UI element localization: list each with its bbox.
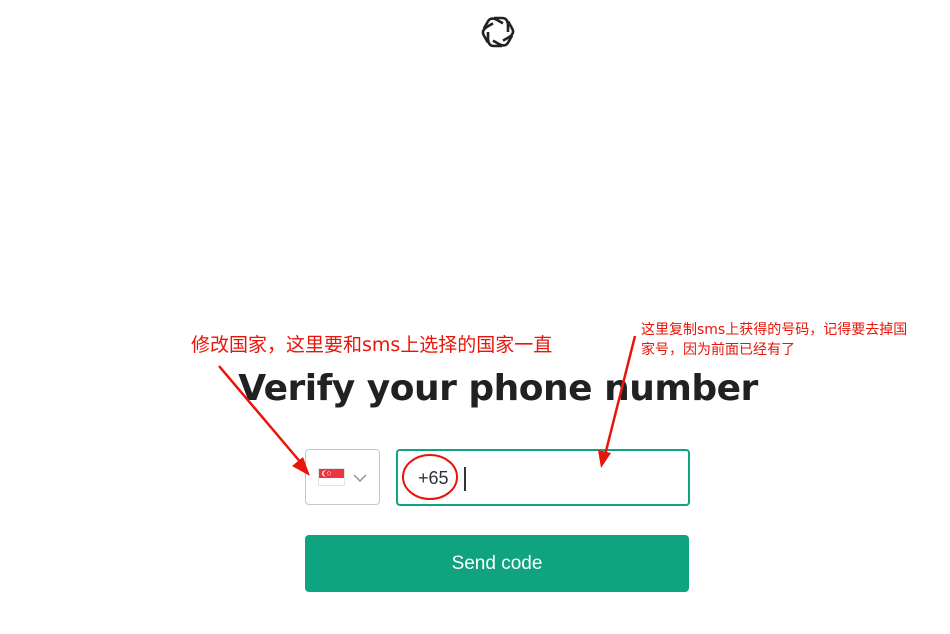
page-title: Verify your phone number xyxy=(238,368,758,409)
annotation-right-note: 这里复制sms上获得的号码，记得要去掉国 家号，因为前面已经有了 xyxy=(641,320,946,360)
annotation-right-line-1: 这里复制sms上获得的号码，记得要去掉国 xyxy=(641,322,908,338)
phone-number-input[interactable]: +65 xyxy=(396,449,690,506)
country-select[interactable] xyxy=(305,449,380,505)
annotation-right-line-2: 家号，因为前面已经有了 xyxy=(641,342,795,358)
text-cursor xyxy=(464,467,466,491)
dial-code-prefix: +65 xyxy=(418,468,449,488)
send-code-button[interactable]: Send code xyxy=(305,535,689,592)
chevron-down-icon xyxy=(352,471,368,483)
singapore-flag-icon xyxy=(318,468,345,486)
openai-logo-icon xyxy=(478,12,518,52)
annotation-left-note: 修改国家，这里要和sms上选择的国家一直 xyxy=(191,334,553,356)
